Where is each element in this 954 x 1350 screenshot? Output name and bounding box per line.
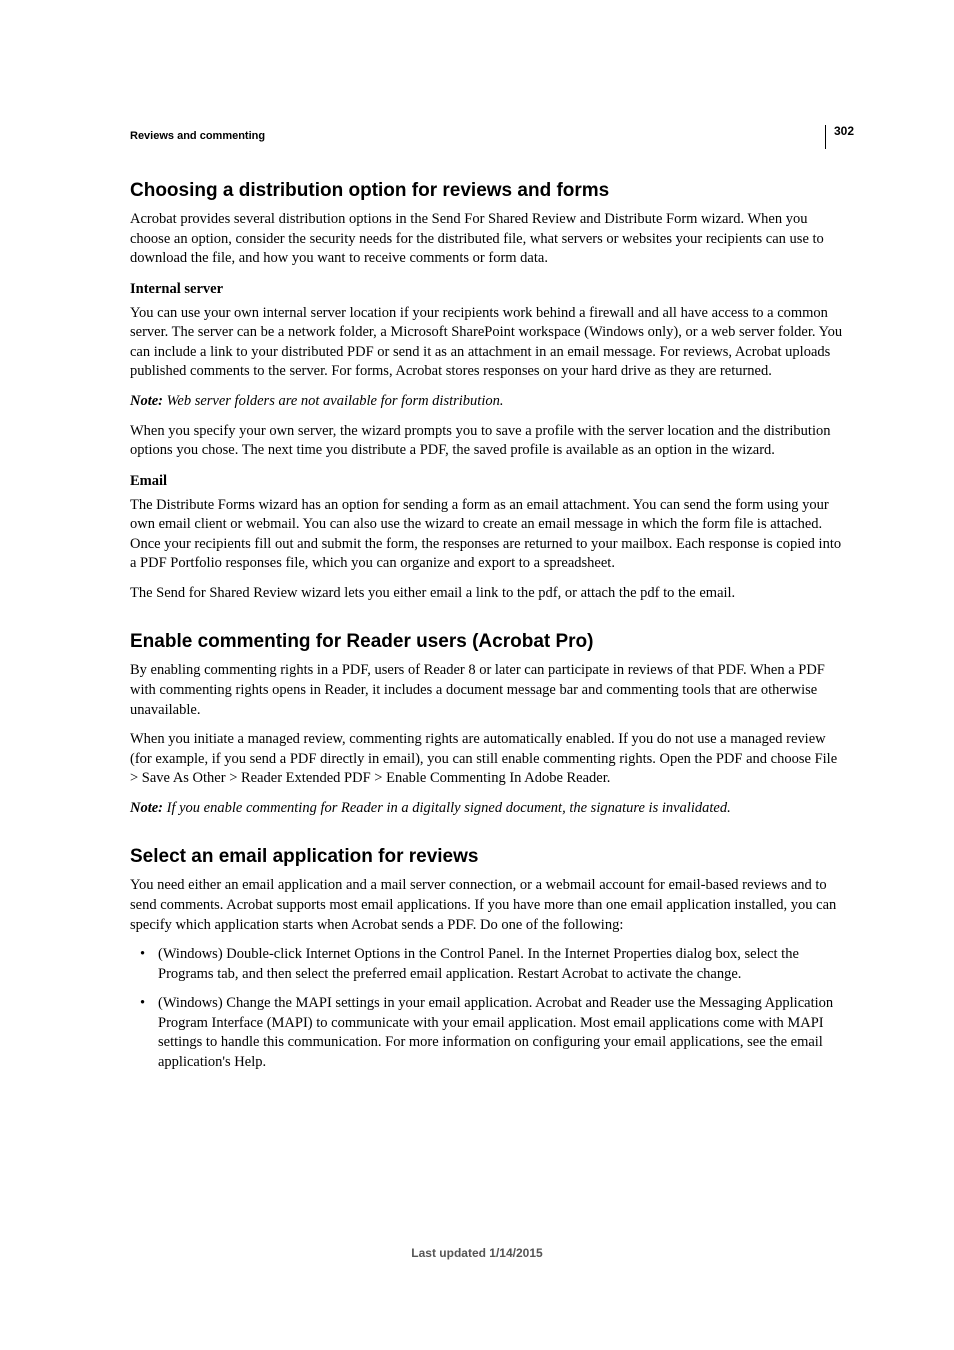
note-body: Web server folders are not available for… bbox=[163, 393, 503, 409]
body-text: Acrobat provides several distribution op… bbox=[130, 210, 844, 269]
body-text: When you specify your own server, the wi… bbox=[130, 422, 844, 461]
body-text: By enabling commenting rights in a PDF, … bbox=[130, 661, 844, 720]
note-body: If you enable commenting for Reader in a… bbox=[163, 800, 731, 816]
list-item: (Windows) Double-click Internet Options … bbox=[130, 945, 844, 984]
note-text: Note: Web server folders are not availab… bbox=[130, 392, 844, 412]
page-number: 302 bbox=[825, 125, 854, 149]
note-text: Note: If you enable commenting for Reade… bbox=[130, 799, 844, 819]
body-text: You need either an email application and… bbox=[130, 876, 844, 935]
heading-select-email-app: Select an email application for reviews bbox=[130, 846, 844, 868]
body-text: The Distribute Forms wizard has an optio… bbox=[130, 496, 844, 574]
body-text: You can use your own internal server loc… bbox=[130, 304, 844, 382]
note-label: Note: bbox=[130, 393, 163, 409]
bullet-list: (Windows) Double-click Internet Options … bbox=[130, 945, 844, 1072]
body-text: When you initiate a managed review, comm… bbox=[130, 730, 844, 789]
subhead-internal-server: Internal server bbox=[130, 281, 844, 298]
subhead-email: Email bbox=[130, 473, 844, 490]
body-text: The Send for Shared Review wizard lets y… bbox=[130, 584, 844, 604]
running-header: Reviews and commenting bbox=[130, 130, 844, 142]
page-body: Reviews and commenting Choosing a distri… bbox=[0, 0, 954, 1072]
note-label: Note: bbox=[130, 800, 163, 816]
list-item: (Windows) Change the MAPI settings in yo… bbox=[130, 994, 844, 1072]
footer-last-updated: Last updated 1/14/2015 bbox=[0, 1246, 954, 1260]
heading-enable-commenting: Enable commenting for Reader users (Acro… bbox=[130, 631, 844, 653]
heading-distribution: Choosing a distribution option for revie… bbox=[130, 180, 844, 202]
